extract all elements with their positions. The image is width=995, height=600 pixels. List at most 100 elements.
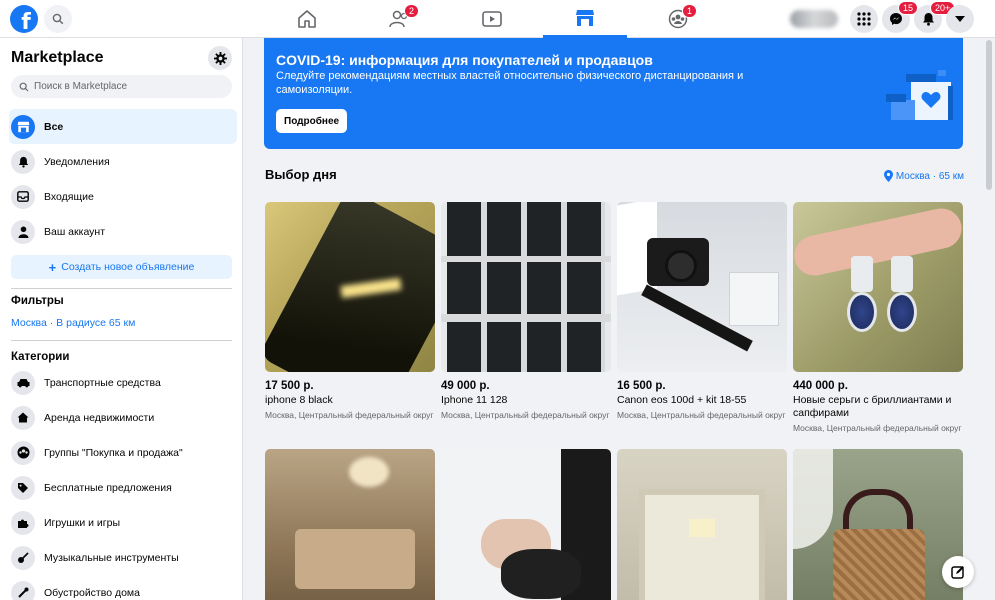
gear-icon (213, 51, 227, 65)
listing-location: Москва, Центральный федеральный округ (441, 410, 610, 420)
ring-box-photo (617, 449, 787, 600)
category-buy-sell-groups[interactable]: Группы "Покупка и продажа" (9, 435, 237, 470)
location-filter-link[interactable]: Москва · В радиусе 65 км (11, 317, 135, 329)
category-toys-games[interactable]: Игрушки и игры (9, 505, 237, 540)
category-label: Аренда недвижимости (44, 411, 155, 424)
feed-location-label: Москва · 65 км (895, 170, 964, 182)
tab-marketplace[interactable] (543, 0, 627, 38)
search-placeholder: Поиск в Marketplace (34, 81, 128, 92)
listing-location: Москва, Центральный федеральный округ (265, 410, 434, 420)
covid-info-banner: COVID-19: информация для покупателей и п… (264, 38, 963, 149)
iphone-boxes-photo (441, 202, 611, 372)
basket-bag-photo (793, 449, 963, 600)
messenger-button[interactable]: 15 (882, 1, 919, 33)
group-icon (11, 440, 35, 465)
page-scrollbar[interactable] (986, 40, 992, 190)
listing-title: iphone 8 black (265, 394, 333, 406)
create-listing-label: Создать новое объявление (61, 261, 195, 273)
watch-icon (482, 11, 502, 27)
category-home-improvement[interactable]: Обустройство дома (9, 575, 237, 600)
learn-more-button[interactable]: Подробнее (276, 109, 348, 133)
car-icon (11, 370, 35, 395)
category-rentals[interactable]: Аренда недвижимости (9, 400, 237, 435)
tag-icon (11, 475, 35, 500)
category-label: Группы "Покупка и продажа" (44, 446, 183, 459)
settings-button[interactable] (208, 46, 232, 70)
listing-card[interactable]: 49 000 р. Iphone 11 128 Москва, Централь… (441, 202, 611, 420)
sidebar-title: Marketplace (11, 49, 104, 66)
category-label: Бесплатные предложения (44, 481, 172, 494)
listing-card[interactable] (265, 449, 435, 600)
compose-icon (951, 566, 964, 579)
dining-room-photo (265, 449, 435, 600)
sidebar-item-account[interactable]: Ваш аккаунт (9, 214, 237, 249)
banner-title: COVID-19: информация для покупателей и п… (276, 52, 653, 68)
listing-card[interactable]: 440 000 р. Новые серьги с бриллиантами и… (793, 202, 963, 433)
search-icon (19, 82, 29, 91)
bell-icon (11, 149, 35, 174)
listing-price: 16 500 р. (617, 380, 666, 392)
categories-heading: Категории (11, 351, 70, 363)
listing-card[interactable] (617, 449, 787, 600)
sidebar-item-label: Все (44, 120, 64, 133)
tab-watch[interactable] (450, 0, 534, 38)
location-pin-icon (883, 170, 893, 182)
facebook-logo[interactable]: f (10, 5, 38, 33)
person-icon (11, 219, 35, 244)
tab-home[interactable] (265, 0, 349, 38)
listing-card[interactable] (441, 449, 611, 600)
sunglasses-photo (441, 449, 611, 600)
new-message-button[interactable] (942, 556, 974, 588)
category-label: Транспортные средства (44, 376, 161, 389)
groups-badge: 1 (682, 4, 698, 18)
todays-picks-title: Выбор дня (265, 167, 337, 182)
shop-icon (11, 114, 35, 139)
sidebar-item-all[interactable]: Все (9, 109, 237, 144)
account-menu-button[interactable] (946, 5, 974, 33)
canon-camera-photo (617, 202, 787, 372)
sidebar-item-inbox[interactable]: Входящие (9, 179, 237, 214)
home-icon (298, 10, 316, 28)
sidebar-item-label: Входящие (44, 190, 94, 203)
category-label: Игрушки и игры (44, 516, 121, 529)
grid-menu-icon (857, 12, 871, 26)
sidebar-item-label: Уведомления (44, 155, 110, 168)
listing-card[interactable]: 16 500 р. Canon eos 100d + kit 18-55 Мос… (617, 202, 787, 420)
divider (11, 288, 232, 289)
tab-friends[interactable]: 2 (358, 0, 442, 38)
feed-location-link[interactable]: Москва · 65 км (883, 170, 964, 182)
listing-title: Новые серьги с бриллиантами и сапфирами (793, 394, 952, 419)
listing-card[interactable]: 17 500 р. iphone 8 black Москва, Централ… (265, 202, 435, 420)
category-label: Музыкальные инструменты (44, 551, 179, 564)
listing-price: 17 500 р. (265, 380, 314, 392)
top-navigation-bar: f 2 1 15 20+ (0, 0, 995, 38)
friends-badge: 2 (404, 4, 420, 18)
search-icon[interactable] (44, 5, 72, 33)
sidebar-item-notifications[interactable]: Уведомления (9, 144, 237, 179)
category-free-stuff[interactable]: Бесплатные предложения (9, 470, 237, 505)
category-musical-instruments[interactable]: Музыкальные инструменты (9, 540, 237, 575)
divider (11, 340, 232, 341)
profile-avatar[interactable] (790, 10, 838, 28)
plus-icon: + (48, 259, 57, 275)
listing-price: 49 000 р. (441, 380, 490, 392)
shop-heart-illustration (886, 70, 953, 120)
listing-location: Москва, Центральный федеральный округ (793, 423, 962, 433)
house-icon (11, 405, 35, 430)
puzzle-icon (11, 510, 35, 535)
earrings-photo (793, 202, 963, 372)
listing-title: Canon eos 100d + kit 18-55 (617, 394, 747, 406)
notifications-button[interactable]: 20+ (914, 1, 956, 33)
guitar-icon (11, 545, 35, 570)
grid-menu-button[interactable] (850, 5, 878, 33)
filters-heading: Фильтры (11, 295, 64, 307)
banner-text: Следуйте рекомендациям местных властей о… (276, 70, 744, 96)
listing-card[interactable] (793, 449, 963, 600)
tab-groups[interactable]: 1 (636, 0, 720, 38)
marketplace-search-input[interactable]: Поиск в Marketplace (11, 75, 232, 98)
create-listing-button[interactable]: + Создать новое объявление (11, 255, 232, 279)
marketplace-feed: COVID-19: информация для покупателей и п… (244, 38, 984, 600)
tools-icon (11, 580, 35, 600)
marketplace-icon (576, 9, 594, 26)
category-vehicles[interactable]: Транспортные средства (9, 365, 237, 400)
